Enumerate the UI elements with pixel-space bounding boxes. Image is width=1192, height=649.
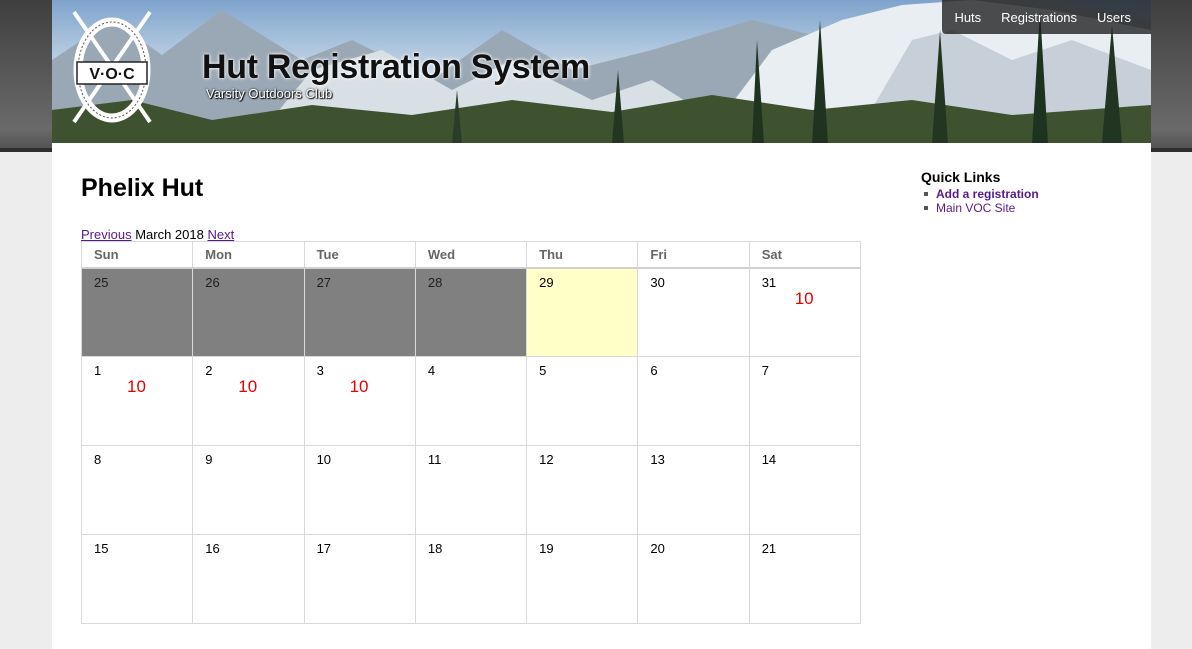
add-registration-link[interactable]: Add a registration (936, 187, 1039, 201)
nav-users-link[interactable]: Users (1097, 10, 1131, 25)
calendar-day-cell[interactable]: 19 (526, 534, 639, 624)
calendar-day-cell[interactable]: 8 (80, 445, 194, 535)
day-number: 13 (650, 452, 665, 467)
calendar-day-cell[interactable]: 11 (414, 445, 528, 535)
weekday-header: Fri (637, 241, 750, 269)
calendar-day-cell[interactable]: 13 (637, 445, 750, 535)
day-number: 27 (316, 274, 332, 290)
day-number: 6 (650, 363, 658, 378)
quick-links-list: Add a registration Main VOC Site (921, 187, 1121, 215)
registration-count: 10 (238, 377, 258, 396)
calendar-day-cell[interactable]: 27 (303, 267, 416, 357)
header-banner: V·O·C Hut Registration System Varsity Ou… (52, 0, 1151, 143)
day-number: 5 (539, 363, 547, 378)
calendar-day-cell[interactable]: 25 (80, 267, 194, 357)
calendar-day-cell[interactable]: 10 (303, 445, 416, 535)
weekday-header: Wed (414, 241, 528, 269)
day-number: 11 (427, 452, 442, 467)
calendar-day-cell[interactable]: 28 (414, 267, 528, 357)
site-title: Hut Registration System (202, 48, 590, 86)
day-number: 18 (427, 541, 443, 556)
day-number: 28 (427, 274, 443, 290)
nav-registrations-link[interactable]: Registrations (1001, 10, 1077, 25)
day-number: 12 (539, 452, 554, 467)
calendar-day-cell[interactable]: 7 (748, 356, 862, 446)
calendar-week-row: 8 9 10 11 12 13 14 (80, 445, 862, 535)
voc-logo: V·O·C (72, 10, 152, 124)
day-number: 17 (316, 541, 332, 556)
weekday-header: Tue (303, 241, 416, 269)
weekday-header: Thu (526, 241, 639, 269)
calendar-day-cell[interactable]: 1 10 (80, 356, 194, 446)
day-number: 1 (94, 363, 102, 378)
calendar-day-cell[interactable]: 4 (414, 356, 528, 446)
calendar-day-cell[interactable]: 17 (303, 534, 416, 624)
calendar-day-cell[interactable]: 5 (526, 356, 639, 446)
day-number: 10 (316, 452, 332, 467)
weekday-header: Mon (192, 241, 305, 269)
calendar-week-row: 1 10 2 10 3 10 4 5 6 7 (80, 356, 862, 446)
day-number: 20 (650, 541, 665, 556)
day-number: 9 (205, 452, 213, 467)
day-number: 14 (761, 452, 777, 467)
site-subtitle: Varsity Outdoors Club (206, 86, 333, 101)
page-title: Phelix Hut (81, 174, 204, 202)
current-month-label: March 2018 (135, 227, 204, 242)
next-month-link[interactable]: Next (207, 227, 234, 242)
day-number: 21 (761, 541, 777, 556)
weekday-header-row: Sun Mon Tue Wed Thu Fri Sat (80, 241, 862, 269)
day-number: 19 (539, 541, 554, 556)
weekday-header: Sun (80, 241, 194, 269)
day-number: 31 (761, 274, 777, 290)
calendar-day-cell[interactable]: 15 (80, 534, 194, 624)
registration-count: 10 (127, 377, 146, 396)
day-number: 26 (205, 274, 220, 290)
calendar-table: Sun Mon Tue Wed Thu Fri Sat 25 26 27 28 … (80, 241, 862, 624)
calendar-day-cell[interactable]: 20 (637, 534, 750, 624)
registration-count: 10 (794, 288, 814, 308)
day-number: 4 (427, 363, 436, 378)
day-number: 15 (94, 541, 109, 556)
calendar-week-row: 25 26 27 28 29 30 31 10 (80, 267, 862, 357)
day-number: 3 (316, 363, 324, 378)
calendar-nav: Previous March 2018 Next (81, 227, 234, 242)
day-number: 8 (94, 452, 102, 467)
day-number: 30 (650, 274, 665, 290)
main-content: Phelix Hut Previous March 2018 Next Sun … (52, 143, 1151, 649)
day-number: 25 (94, 274, 109, 290)
day-number: 7 (761, 363, 769, 378)
calendar-day-cell[interactable]: 12 (526, 445, 639, 535)
weekday-header: Sat (748, 241, 862, 269)
day-number: 16 (205, 541, 220, 556)
calendar-week-row: 15 16 17 18 19 20 21 (80, 534, 862, 624)
registration-count: 10 (349, 377, 369, 396)
main-voc-site-link[interactable]: Main VOC Site (936, 201, 1015, 215)
previous-month-link[interactable]: Previous (81, 227, 132, 242)
calendar-day-cell[interactable]: 30 (637, 267, 750, 357)
nav-huts-link[interactable]: Huts (954, 10, 981, 25)
quick-link-item: Add a registration (921, 187, 1121, 201)
day-number: 2 (205, 363, 213, 378)
day-number: 29 (539, 274, 554, 290)
calendar-day-cell[interactable]: 31 10 (748, 267, 862, 357)
quick-link-item: Main VOC Site (921, 201, 1121, 215)
calendar-day-cell[interactable]: 29 (526, 267, 639, 357)
top-nav: Huts Registrations Users (942, 0, 1151, 34)
calendar-day-cell[interactable]: 14 (748, 445, 862, 535)
calendar-day-cell[interactable]: 2 10 (192, 356, 305, 446)
calendar-day-cell[interactable]: 3 10 (303, 356, 416, 446)
logo-text: V·O·C (89, 66, 135, 83)
calendar-day-cell[interactable]: 26 (192, 267, 305, 357)
calendar-day-cell[interactable]: 16 (192, 534, 305, 624)
quick-links-title: Quick Links (921, 169, 1001, 185)
quick-links-panel: Quick Links Add a registration Main VOC … (921, 169, 1121, 215)
calendar-day-cell[interactable]: 6 (637, 356, 750, 446)
calendar-day-cell[interactable]: 18 (414, 534, 528, 624)
calendar-day-cell[interactable]: 21 (748, 534, 862, 624)
calendar-day-cell[interactable]: 9 (192, 445, 305, 535)
